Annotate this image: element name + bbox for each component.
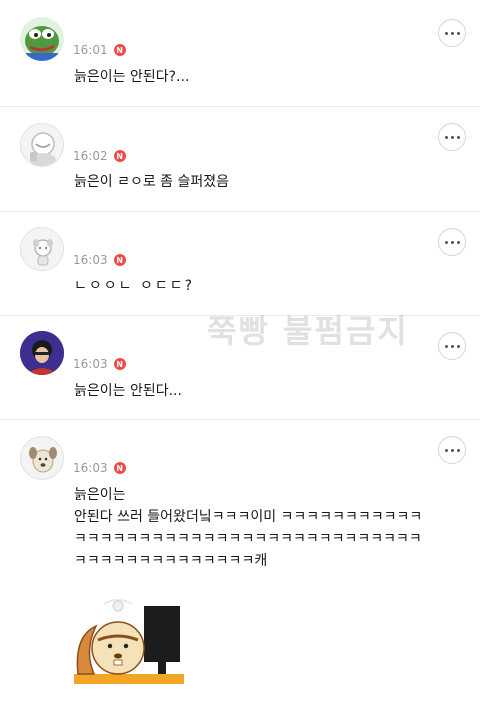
comment-meta: 16:03 N xyxy=(73,356,126,372)
more-options-button[interactable] xyxy=(438,436,466,464)
more-options-button[interactable] xyxy=(438,123,466,151)
more-options-icon xyxy=(444,135,460,139)
comment-text: 늙은이는 안된다 쓰러 들어왔더닠ㅋㅋㅋ이미 ㅋㅋㅋㅋㅋㅋㅋㅋㅋㅋㅋ ㅋㅋㅋㅋㅋ… xyxy=(74,487,423,569)
comment-meta: 16:03 N xyxy=(73,460,126,476)
comment-time: 16:01 xyxy=(73,43,108,57)
dog-avatar-icon[interactable] xyxy=(20,436,64,480)
person-avatar-icon[interactable] xyxy=(20,331,64,375)
comment-text: ㄴㅇㅇㄴ ㅇㄷㄷ? xyxy=(74,278,195,294)
comment-item: 16:03 N ㄴㅇㅇㄴ ㅇㄷㄷ? xyxy=(0,212,480,316)
comment-meta: 16:02 N xyxy=(73,148,126,164)
comment-item: 16:03 N 늙은이는 안된다 쓰러 들어왔더닠ㅋㅋㅋ이미 ㅋㅋㅋㅋㅋㅋㅋㅋㅋ… xyxy=(0,420,480,710)
comment-text: 늙은이 ㄹㅇ로 좀 슬퍼졌음 xyxy=(74,174,230,190)
dog-sketch-avatar-icon[interactable] xyxy=(20,227,64,271)
comment-meta: 16:03 N xyxy=(73,252,126,268)
new-badge: N xyxy=(113,358,126,370)
comment-text: 늙은이는 안된다... xyxy=(74,383,182,399)
squirrel-computer-sticker xyxy=(74,596,184,684)
comment-text: 늙은이는 안된다?... xyxy=(74,69,190,85)
comment-time: 16:03 xyxy=(73,253,108,267)
comment-item: 16:03 N 늙은이는 안된다... xyxy=(0,316,480,420)
new-badge: N xyxy=(113,44,126,56)
comment-time: 16:03 xyxy=(73,357,108,371)
new-badge: N xyxy=(113,254,126,266)
more-options-button[interactable] xyxy=(438,228,466,256)
comment-time: 16:02 xyxy=(73,149,108,163)
more-options-icon xyxy=(444,448,460,452)
more-options-button[interactable] xyxy=(438,332,466,360)
cartoon-avatar-icon[interactable] xyxy=(20,123,64,167)
comment-meta: 16:01 N xyxy=(73,42,126,58)
new-badge: N xyxy=(113,462,126,474)
more-options-button[interactable] xyxy=(438,19,466,47)
comment-item: 16:01 N 늙은이는 안된다?... xyxy=(0,0,480,107)
comment-time: 16:03 xyxy=(73,461,108,475)
more-options-icon xyxy=(444,344,460,348)
more-options-icon xyxy=(444,240,460,244)
frog-avatar-icon[interactable] xyxy=(20,17,64,61)
new-badge: N xyxy=(113,150,126,162)
comment-item: 16:02 N 늙은이 ㄹㅇ로 좀 슬퍼졌음 xyxy=(0,107,480,212)
more-options-icon xyxy=(444,31,460,35)
